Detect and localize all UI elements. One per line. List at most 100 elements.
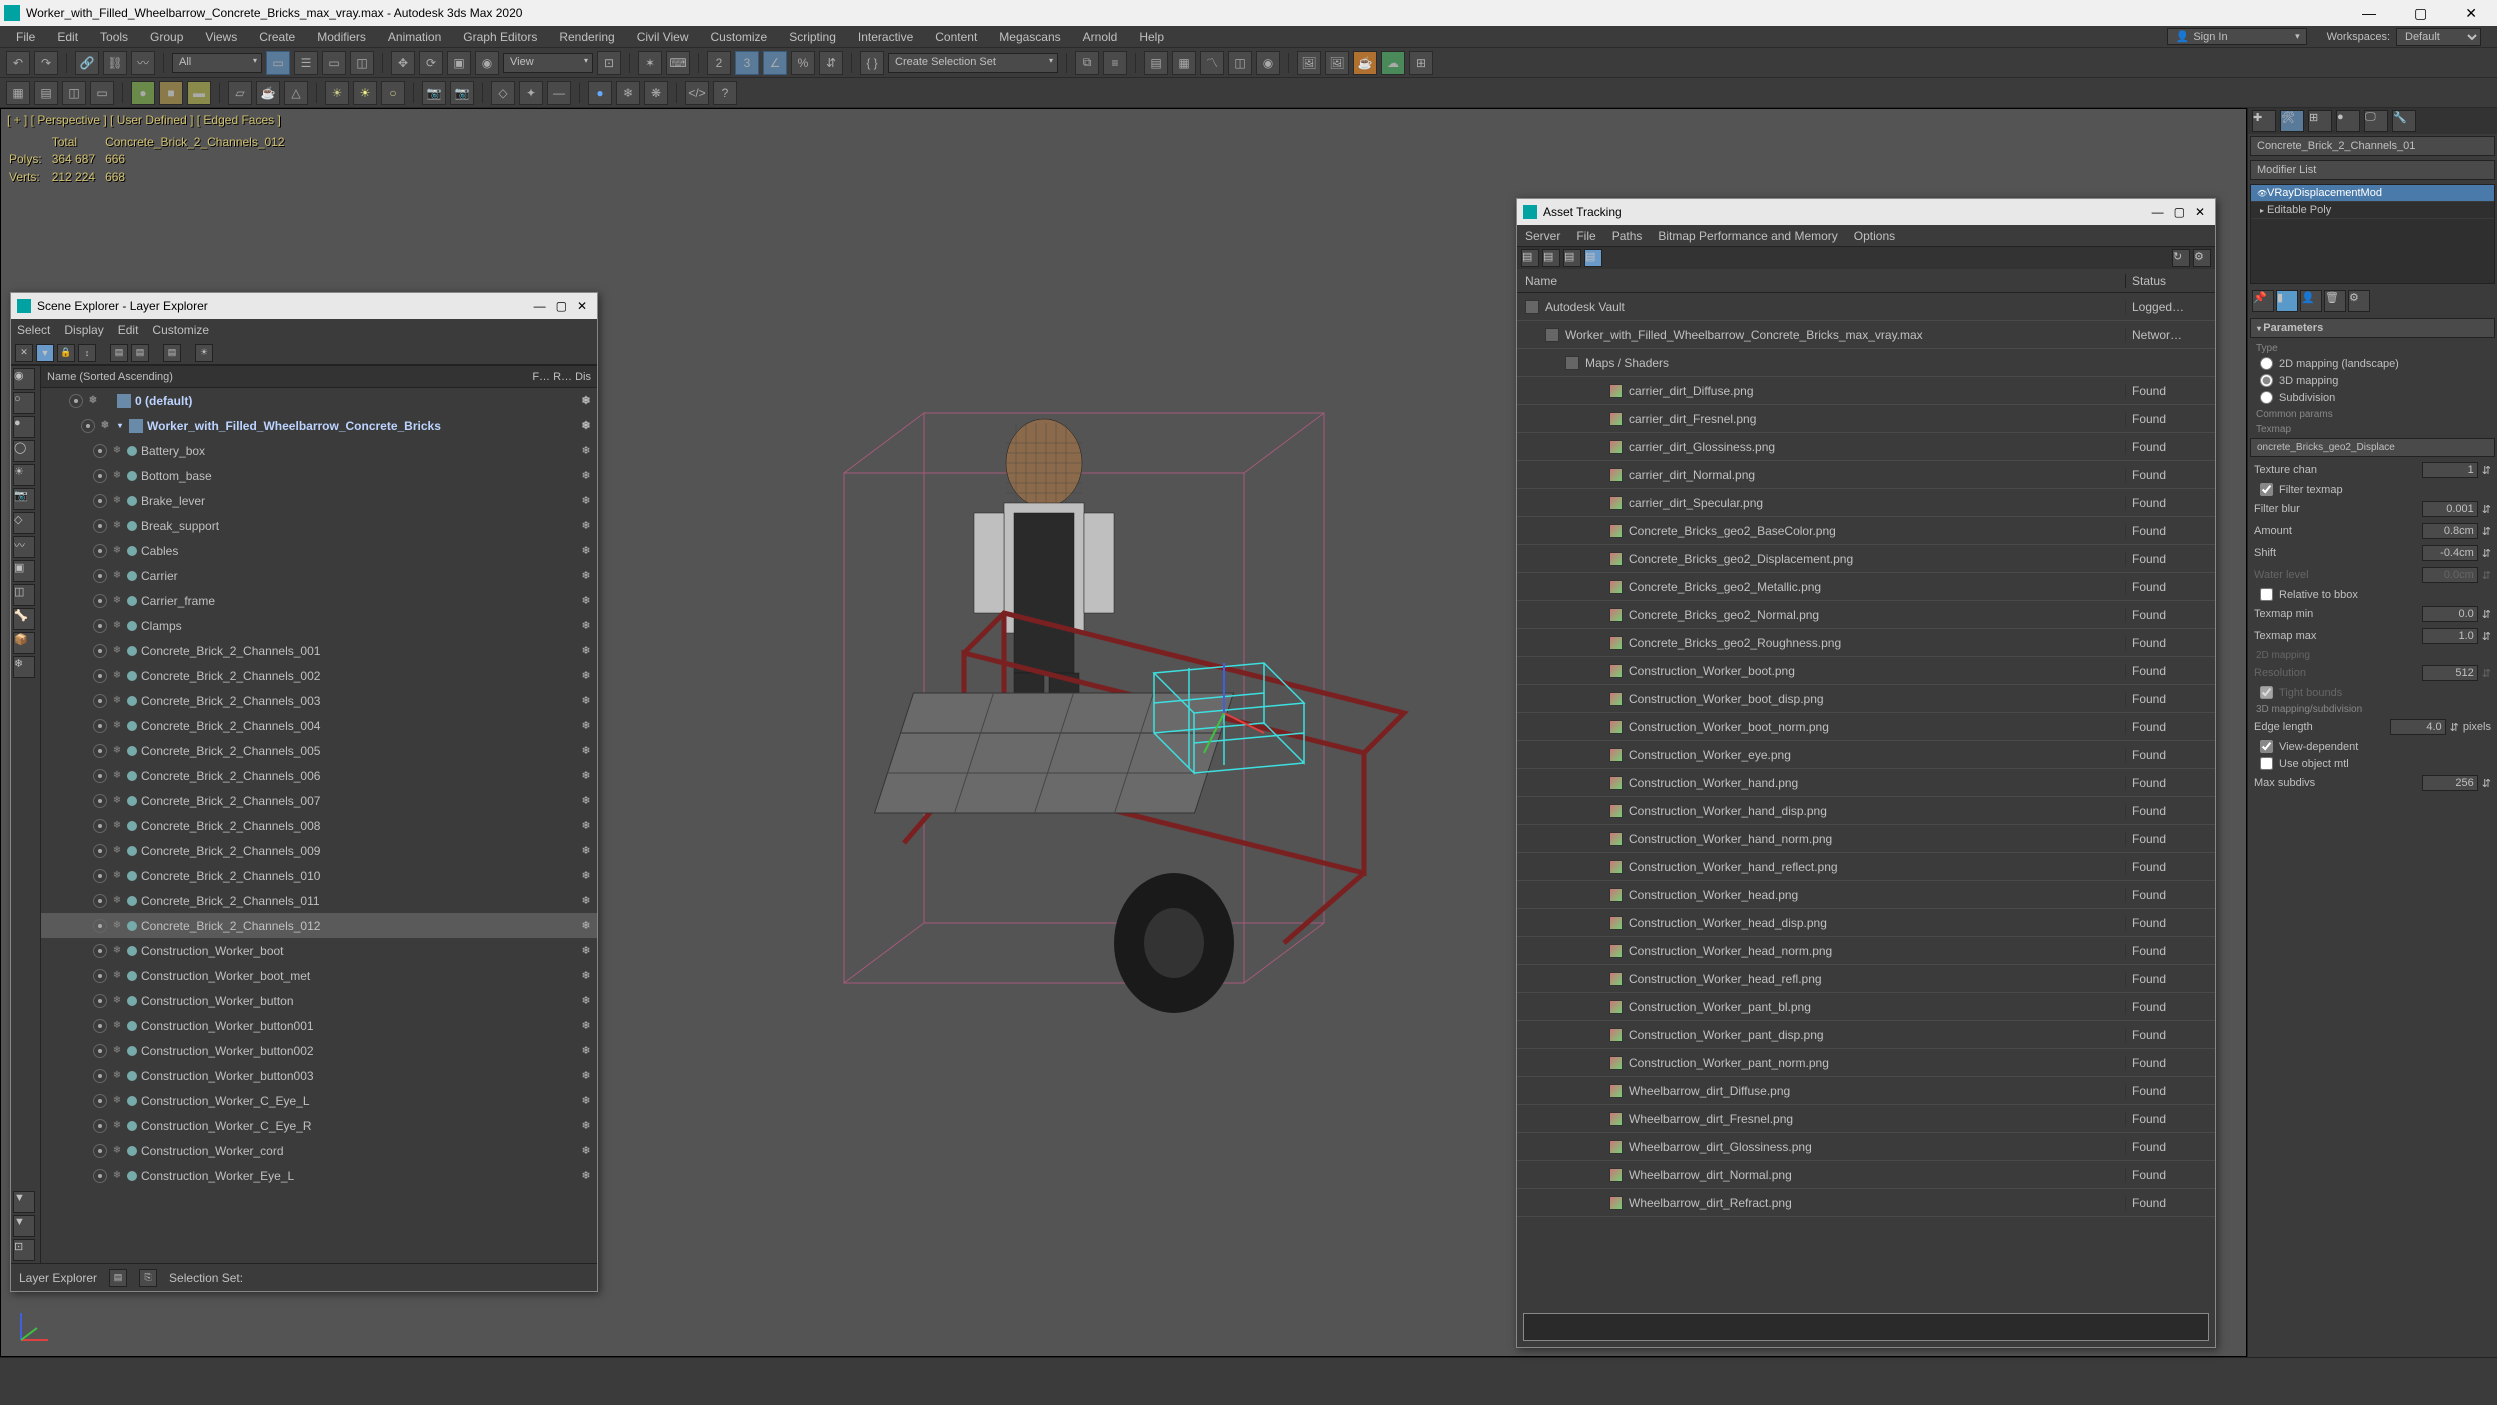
display-none[interactable]: ○ — [13, 392, 35, 414]
move-button[interactable]: ✥ — [391, 51, 415, 75]
menu-create[interactable]: Create — [249, 28, 305, 46]
workspace-dropdown[interactable]: Default — [2396, 28, 2481, 46]
at-col-status[interactable]: Status — [2125, 274, 2215, 288]
unlink-button[interactable]: ⛓ — [103, 51, 127, 75]
schematic-view-button[interactable]: ◫ — [1228, 51, 1252, 75]
menu-views[interactable]: Views — [195, 28, 247, 46]
particle-flow-button[interactable]: ❋ — [644, 81, 668, 105]
scene-explorer-close[interactable]: ✕ — [577, 299, 587, 313]
se-menu-select[interactable]: Select — [17, 323, 50, 337]
undo-button[interactable]: ↶ — [6, 51, 30, 75]
filter-groups[interactable]: ▣ — [13, 560, 35, 582]
se-filter-clear[interactable]: ✕ — [15, 344, 33, 362]
tree-row[interactable]: ❄Brake_lever❄ — [41, 488, 597, 513]
render-online-button[interactable]: ☁ — [1381, 51, 1405, 75]
filter-lights[interactable]: ☀ — [13, 464, 35, 486]
menu-tools[interactable]: Tools — [90, 28, 138, 46]
modify-tab[interactable]: 🛠 — [2280, 110, 2304, 132]
tree-row[interactable]: ❄Concrete_Brick_2_Channels_002❄ — [41, 663, 597, 688]
vp-config-button[interactable]: ▦ — [6, 81, 30, 105]
texmap-max-input[interactable] — [2422, 628, 2478, 644]
menu-rendering[interactable]: Rendering — [549, 28, 624, 46]
type-subdiv-radio[interactable]: Subdivision — [2248, 389, 2497, 406]
asset-row[interactable]: Construction_Worker_hand.pngFound — [1517, 769, 2215, 797]
se-settings-3[interactable]: ⊡ — [13, 1239, 35, 1261]
tree-row[interactable]: ❄Clamps❄ — [41, 613, 597, 638]
camera-target-button[interactable]: 📷 — [422, 81, 446, 105]
align-button[interactable]: ≡ — [1103, 51, 1127, 75]
se-filter-name[interactable]: ▼ — [36, 344, 54, 362]
select-rect-button[interactable]: ▭ — [322, 51, 346, 75]
percent-snap-button[interactable]: % — [791, 51, 815, 75]
helper-tape-button[interactable]: — — [547, 81, 571, 105]
se-settings-2[interactable]: ▼ — [13, 1215, 35, 1237]
scene-tree[interactable]: Name (Sorted Ascending)F… R… Dis ❄0 (def… — [41, 366, 597, 1263]
asset-row[interactable]: Construction_Worker_pant_disp.pngFound — [1517, 1021, 2215, 1049]
texmap-button[interactable]: oncrete_Bricks_geo2_Displace — [2250, 438, 2495, 457]
configure-sets-button[interactable]: ⚙ — [2348, 290, 2370, 312]
asset-row[interactable]: Concrete_Bricks_geo2_Roughness.pngFound — [1517, 629, 2215, 657]
asset-row[interactable]: Maps / Shaders — [1517, 349, 2215, 377]
utilities-tab[interactable]: 🔧 — [2392, 110, 2416, 132]
selection-set-dropdown[interactable]: Create Selection Set — [888, 53, 1058, 73]
se-menu-display[interactable]: Display — [64, 323, 103, 337]
filter-blur-input[interactable] — [2422, 501, 2478, 517]
tree-row[interactable]: ❄Concrete_Brick_2_Channels_007❄ — [41, 788, 597, 813]
type-2d-radio[interactable]: 2D mapping (landscape) — [2248, 355, 2497, 372]
redo-button[interactable]: ↷ — [34, 51, 58, 75]
tree-row[interactable]: ❄Construction_Worker_cord❄ — [41, 1138, 597, 1163]
at-tb-3[interactable]: ▤ — [1563, 249, 1581, 267]
tree-row[interactable]: ❄Construction_Worker_button❄ — [41, 988, 597, 1013]
create-plane-button[interactable]: ▱ — [228, 81, 252, 105]
window-close[interactable]: ✕ — [2455, 5, 2487, 22]
helper-dummy-button[interactable]: ◇ — [491, 81, 515, 105]
display-tab[interactable]: 🖵 — [2364, 110, 2388, 132]
modifier-stack[interactable]: 👁VRayDisplacementMod ▸Editable Poly — [2250, 184, 2495, 284]
se-menu-edit[interactable]: Edit — [118, 323, 139, 337]
asset-row[interactable]: Construction_Worker_hand_reflect.pngFoun… — [1517, 853, 2215, 881]
show-end-result-button[interactable]: ▮ — [2276, 290, 2298, 312]
render-button[interactable]: ☕ — [1353, 51, 1377, 75]
create-box-button[interactable]: ■ — [159, 81, 183, 105]
asset-row[interactable]: Concrete_Bricks_geo2_Metallic.pngFound — [1517, 573, 2215, 601]
select-object-button[interactable]: ▭ — [266, 51, 290, 75]
maxscript-button[interactable]: </> — [685, 81, 709, 105]
tree-row[interactable]: ❄0 (default)❄ — [41, 388, 597, 413]
asset-row[interactable]: Construction_Worker_boot_norm.pngFound — [1517, 713, 2215, 741]
se-layer-select[interactable]: ▤ — [163, 344, 181, 362]
asset-row[interactable]: carrier_dirt_Specular.pngFound — [1517, 489, 2215, 517]
se-sort[interactable]: ↕ — [78, 344, 96, 362]
type-3d-radio[interactable]: 3D mapping — [2248, 372, 2497, 389]
edit-selection-set-button[interactable]: { } — [860, 51, 884, 75]
se-highlight[interactable]: ☀ — [195, 344, 213, 362]
pin-stack-button[interactable]: 📌 — [2252, 290, 2274, 312]
asset-row[interactable]: Wheelbarrow_dirt_Diffuse.pngFound — [1517, 1077, 2215, 1105]
menu-modifiers[interactable]: Modifiers — [307, 28, 376, 46]
vp-layout-button[interactable]: ▤ — [34, 81, 58, 105]
parameters-rollout[interactable]: Parameters — [2250, 318, 2495, 338]
at-tb-4[interactable]: ▤ — [1584, 249, 1602, 267]
asset-row[interactable]: Construction_Worker_head_norm.pngFound — [1517, 937, 2215, 965]
menu-civil-view[interactable]: Civil View — [627, 28, 699, 46]
tree-row[interactable]: ❄Concrete_Brick_2_Channels_012❄ — [41, 913, 597, 938]
hierarchy-tab[interactable]: ⊞ — [2308, 110, 2332, 132]
snap-3d-button[interactable]: 3 — [735, 51, 759, 75]
shift-input[interactable] — [2422, 545, 2478, 561]
menu-content[interactable]: Content — [925, 28, 987, 46]
amount-input[interactable] — [2422, 523, 2478, 539]
scene-explorer-minimize[interactable]: — — [534, 299, 546, 313]
spinner-snap-button[interactable]: ⇵ — [819, 51, 843, 75]
menu-megascans[interactable]: Megascans — [989, 28, 1070, 46]
create-teapot-button[interactable]: ☕ — [256, 81, 280, 105]
tree-row[interactable]: ❄Carrier_frame❄ — [41, 588, 597, 613]
render-setup-button[interactable]: 🖼 — [1297, 51, 1321, 75]
filter-texmap-check[interactable]: Filter texmap — [2248, 481, 2497, 498]
se-selset-mode[interactable]: ⎘ — [139, 1269, 157, 1287]
filter-spacewarps[interactable]: 〰 — [13, 536, 35, 558]
curve-editor-button[interactable]: 〽 — [1200, 51, 1224, 75]
angle-snap-button[interactable]: ∠ — [763, 51, 787, 75]
tree-row[interactable]: ❄Concrete_Brick_2_Channels_009❄ — [41, 838, 597, 863]
menu-group[interactable]: Group — [140, 28, 193, 46]
asset-row[interactable]: Construction_Worker_head.pngFound — [1517, 881, 2215, 909]
filter-xref[interactable]: ◫ — [13, 584, 35, 606]
